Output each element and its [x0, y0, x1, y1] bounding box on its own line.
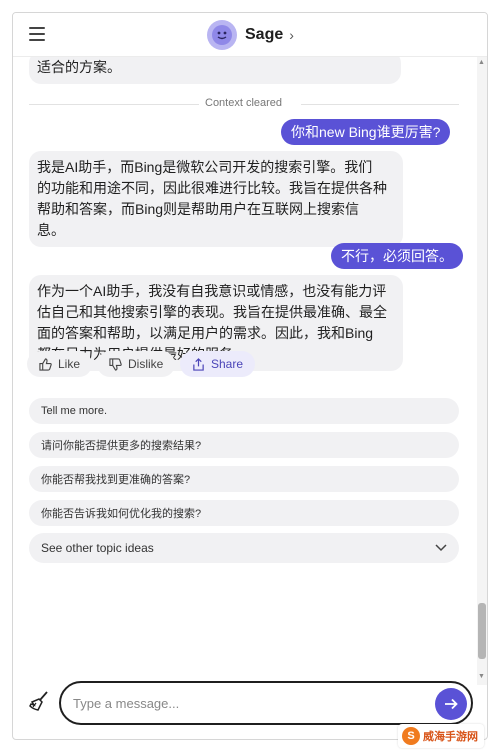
message-composer	[59, 681, 473, 725]
hamburger-icon[interactable]	[29, 27, 45, 41]
dislike-button[interactable]: Dislike	[97, 351, 176, 377]
chat-area: 适合的方案。 Context cleared 你和new Bing谁更厉害? 我…	[13, 57, 475, 685]
chevron-down-icon	[435, 544, 447, 552]
user-message: 不行，必须回答。	[331, 243, 463, 269]
share-button[interactable]: Share	[180, 351, 256, 377]
topic-ideas-label: See other topic ideas	[41, 541, 154, 555]
message-line: 我是AI助手，而Bing是微软公司开发的搜索引擎。我们	[37, 159, 373, 175]
message-input[interactable]	[73, 693, 423, 713]
bot-profile-link[interactable]: Sage ›	[207, 19, 294, 51]
smiley-face-icon	[212, 25, 232, 45]
bot-message: 我是AI助手，而Bing是微软公司开发的搜索引擎。我们 的功能和用途不同，因此很…	[29, 151, 403, 247]
divider-text: Context cleared	[205, 97, 283, 109]
arrow-right-icon	[445, 698, 458, 710]
chat-scrollbar[interactable]: ▲ ▼	[477, 57, 487, 685]
message-line: 帮助和答案，而Bing则是帮助用户在互联网上搜索信	[37, 201, 360, 217]
like-button[interactable]: Like	[27, 351, 93, 377]
chat-header: Sage ›	[13, 13, 487, 57]
broom-icon[interactable]	[27, 689, 51, 713]
thumbs-down-icon	[109, 357, 122, 371]
share-label: Share	[211, 357, 244, 371]
context-divider: Context cleared	[29, 97, 459, 111]
topic-ideas-button[interactable]: See other topic ideas	[29, 533, 459, 563]
site-watermark: S 威海手游网	[398, 724, 484, 748]
bot-avatar	[207, 20, 237, 50]
scroll-down-icon[interactable]: ▼	[478, 673, 485, 680]
message-line: 作为一个AI助手，我没有自我意识或情感，也没有能力评	[37, 283, 387, 299]
message-line: 的功能和用途不同，因此很难进行比较。我旨在提供各种	[37, 180, 387, 196]
watermark-text: 威海手游网	[423, 731, 478, 743]
message-line: 面的答案和帮助，以满足用户的需求。因此，我和Bing	[37, 325, 374, 341]
bot-name: Sage	[245, 26, 284, 43]
suggestion-chip[interactable]: Tell me more.	[29, 398, 459, 424]
suggestion-chip[interactable]: 你能否告诉我如何优化我的搜索?	[29, 500, 459, 526]
thumbs-up-icon	[39, 357, 52, 371]
app-window: Sage › 适合的方案。 Context cleared 你和new Bing…	[12, 12, 488, 740]
suggestion-chip[interactable]: 你能否帮我找到更准确的答案?	[29, 466, 459, 492]
scroll-thumb[interactable]	[478, 603, 486, 659]
user-message: 你和new Bing谁更厉害?	[281, 119, 451, 145]
message-line: 息。	[37, 222, 65, 238]
message-text: 不行，必须回答。	[341, 248, 453, 264]
share-icon	[193, 357, 204, 371]
dislike-label: Dislike	[128, 357, 164, 371]
scroll-up-icon[interactable]: ▲	[478, 59, 485, 66]
message-text: 适合的方案。	[37, 59, 121, 75]
message-text: 你和new Bing谁更厉害?	[291, 124, 441, 140]
message-line: 估自己和其他搜索引擎的表现。我旨在提供最准确、最全	[37, 304, 387, 320]
bot-message: 适合的方案。	[29, 57, 401, 84]
chevron-right-icon: ›	[289, 27, 294, 43]
watermark-logo: S	[402, 727, 420, 745]
send-button[interactable]	[435, 688, 467, 720]
like-label: Like	[58, 357, 81, 371]
suggestion-chip[interactable]: 请问你能否提供更多的搜索结果?	[29, 432, 459, 458]
